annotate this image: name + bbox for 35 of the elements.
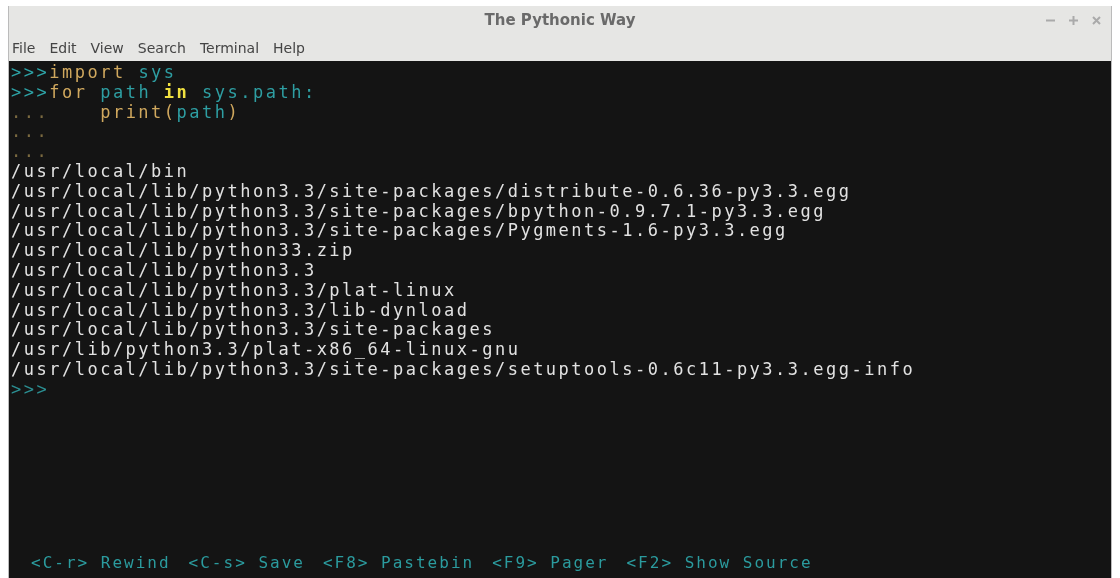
output-line: /usr/local/lib/python3.3/site-packages/setuptools-0.6c11-py3.3.egg-info [11,358,916,379]
menu-item[interactable]: Help [273,39,305,56]
prompt-text: >>> [11,81,50,102]
prompt-text: ... [11,101,50,122]
output-line: /usr/lib/python3.3/plat-x86_64-linux-gnu [11,339,521,360]
prompt-text: ... [11,121,50,142]
output-line: /usr/local/lib/python3.3/site-packages/bpython-0.9.7.1-py3.3.egg [11,200,827,221]
window-title: The Pythonic Way [484,11,636,29]
close-icon[interactable] [1092,16,1101,25]
prompt-text: >>> [11,378,50,399]
shortcut-hint: <F2> Show Source [626,553,813,572]
prompt-text: >>> [11,62,50,82]
shortcut-hint: <F8> Pastebin [322,553,475,572]
code-line: import sys [49,62,177,82]
shortcut-hint: <F9> Pager [492,553,609,572]
output-line: /usr/local/lib/python3.3/lib-dynload [11,299,470,320]
menu-item[interactable]: Edit [49,39,77,56]
menu-item[interactable]: Terminal [199,39,260,56]
output-line: /usr/local/lib/python3.3/site-packages [11,319,495,340]
menu-item[interactable]: Search [137,39,186,56]
code-line: for path in sys.path: [49,81,317,102]
code-line: print(path) [99,101,241,122]
output-line: /usr/local/lib/python3.3/site-packages/Pygments-1.6-py3.3.egg [11,220,788,241]
shortcut-hint: <C-r> Rewind [31,553,171,572]
output-line: /usr/local/bin [11,161,190,181]
shortcut-hint: <C-s> Save [188,553,305,572]
minimize-icon[interactable] [1046,19,1055,22]
menu-item[interactable]: View [90,39,124,56]
maximize-icon[interactable] [1069,16,1078,25]
output-line: /usr/local/lib/python33.zip [11,240,355,261]
output-line: /usr/local/lib/python3.3/plat-linux [11,279,457,300]
prompt-text: ... [11,141,50,162]
output-line: /usr/local/lib/python3.3 [11,259,317,280]
menu-item[interactable]: File [12,39,36,56]
output-line: /usr/local/lib/python3.3/site-packages/distribute-0.6.36-py3.3.egg [11,180,852,201]
